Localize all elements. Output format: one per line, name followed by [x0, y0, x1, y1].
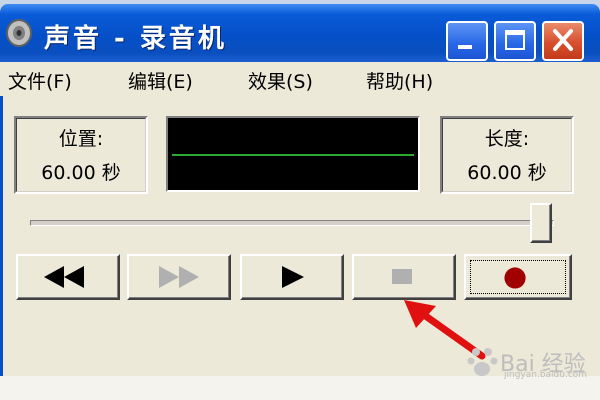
- position-panel: 位置: 60.00 秒: [14, 116, 148, 194]
- watermark-subtext: jingyan.baidu.com: [504, 370, 588, 380]
- seek-start-icon: [44, 266, 84, 288]
- position-slider-track[interactable]: [30, 220, 554, 226]
- maximize-icon: [505, 30, 525, 50]
- waveform-line: [172, 154, 414, 156]
- seek-end-icon: [159, 266, 199, 288]
- position-value: 60.00 秒: [41, 162, 121, 184]
- menu-edit[interactable]: 编辑(E): [128, 67, 193, 94]
- window-title: 声音 - 录音机: [44, 24, 227, 54]
- stop-icon: [392, 269, 412, 284]
- play-button[interactable]: [240, 254, 344, 300]
- seek-to-start-button[interactable]: [16, 254, 120, 300]
- position-slider-thumb[interactable]: [530, 203, 552, 243]
- record-button[interactable]: [464, 254, 572, 300]
- close-icon: [553, 29, 573, 51]
- stop-button[interactable]: [352, 254, 456, 300]
- play-icon: [282, 266, 304, 288]
- menu-help[interactable]: 帮助(H): [366, 67, 433, 94]
- minimize-button[interactable]: [446, 21, 488, 61]
- minimize-icon: [458, 45, 472, 49]
- menu-effects[interactable]: 效果(S): [248, 67, 313, 94]
- watermark: Bai 经验 jingyan.baidu.com: [460, 342, 590, 382]
- record-icon: [504, 267, 526, 289]
- window-left-border: [0, 62, 3, 400]
- seek-to-end-button[interactable]: [127, 254, 231, 300]
- length-label: 长度:: [484, 128, 530, 150]
- title-bar[interactable]: 声音 - 录音机: [0, 4, 600, 62]
- close-button[interactable]: [542, 21, 584, 61]
- position-label: 位置:: [58, 128, 104, 150]
- waveform-display: [166, 116, 420, 192]
- paw-logo-icon: [467, 348, 498, 376]
- length-value: 60.00 秒: [467, 162, 547, 184]
- speaker-app-icon[interactable]: [4, 16, 34, 50]
- menu-file[interactable]: 文件(F): [8, 67, 72, 94]
- length-panel: 长度: 60.00 秒: [440, 116, 574, 194]
- menu-bar: 文件(F) 编辑(E) 效果(S) 帮助(H): [0, 62, 600, 96]
- maximize-button[interactable]: [494, 21, 536, 61]
